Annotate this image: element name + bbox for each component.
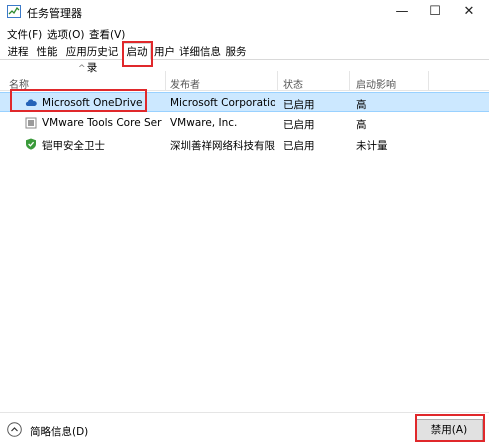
- startup-item-publisher: Microsoft Corporation: [170, 97, 275, 109]
- startup-item-publisher: VMware, Inc.: [170, 117, 238, 129]
- startup-item-name: 铠甲安全卫士: [42, 140, 105, 152]
- menu-view[interactable]: 查看(V): [89, 27, 125, 42]
- shield-icon: [26, 138, 36, 150]
- tab-users[interactable]: 用户: [152, 43, 177, 60]
- close-button[interactable]: ✕: [453, 0, 485, 24]
- startup-item-name: Microsoft OneDrive: [42, 97, 143, 109]
- startup-item-impact: 高: [356, 119, 367, 131]
- column-name[interactable]: 名称: [9, 76, 29, 91]
- column-impact[interactable]: 启动影响: [356, 76, 396, 91]
- tab-services[interactable]: 服务: [223, 43, 249, 60]
- menu-options[interactable]: 选项(O): [47, 27, 84, 42]
- tab-bar: 进程 性能 应用历史记录 启动 用户 详细信息 服务: [0, 42, 489, 74]
- startup-item-impact: 未计量: [356, 140, 388, 152]
- table-header: 名称 发布者 状态 启动影响: [0, 71, 489, 91]
- column-divider[interactable]: [165, 71, 166, 91]
- tab-processes[interactable]: 进程: [4, 43, 32, 60]
- column-divider[interactable]: [428, 71, 429, 91]
- startup-item-status: 已启用: [283, 99, 315, 111]
- fewer-details-link[interactable]: 简略信息(D): [30, 424, 88, 439]
- footer-bar: 简略信息(D) 禁用(A): [0, 412, 489, 446]
- maximize-button[interactable]: ☐: [419, 0, 451, 24]
- startup-item-publisher: 深圳善祥网络科技有限...: [170, 140, 275, 152]
- vmware-icon: [25, 117, 37, 129]
- table-row[interactable]: VMware Tools Core Servi... VMware, Inc. …: [0, 113, 489, 133]
- startup-item-status: 已启用: [283, 140, 315, 152]
- title-bar: 任务管理器 — ☐ ✕: [0, 0, 489, 24]
- menu-file[interactable]: 文件(F): [7, 27, 42, 42]
- tab-app-history[interactable]: 应用历史记录: [62, 43, 122, 74]
- startup-item-status: 已启用: [283, 119, 315, 131]
- startup-item-name: VMware Tools Core Servi...: [42, 117, 162, 129]
- table-row[interactable]: Microsoft OneDrive Microsoft Corporation…: [0, 92, 489, 112]
- tab-details[interactable]: 详细信息: [178, 43, 222, 60]
- column-publisher[interactable]: 发布者: [170, 76, 200, 91]
- task-manager-icon: [7, 5, 21, 18]
- window-title: 任务管理器: [27, 7, 82, 20]
- column-status[interactable]: 状态: [283, 76, 303, 91]
- disable-button[interactable]: 禁用(A): [415, 419, 483, 441]
- startup-item-impact: 高: [356, 99, 367, 111]
- chevron-up-icon[interactable]: [7, 422, 22, 437]
- tab-startup[interactable]: 启动: [123, 43, 151, 60]
- table-row[interactable]: 铠甲安全卫士 深圳善祥网络科技有限... 已启用 未计量: [0, 134, 489, 154]
- onedrive-icon: [25, 99, 37, 106]
- tab-performance[interactable]: 性能: [33, 43, 61, 60]
- column-divider[interactable]: [277, 71, 278, 91]
- minimize-button[interactable]: —: [386, 0, 418, 24]
- column-divider[interactable]: [349, 71, 350, 91]
- menu-bar: 文件(F) 选项(O) 查看(V): [0, 24, 489, 42]
